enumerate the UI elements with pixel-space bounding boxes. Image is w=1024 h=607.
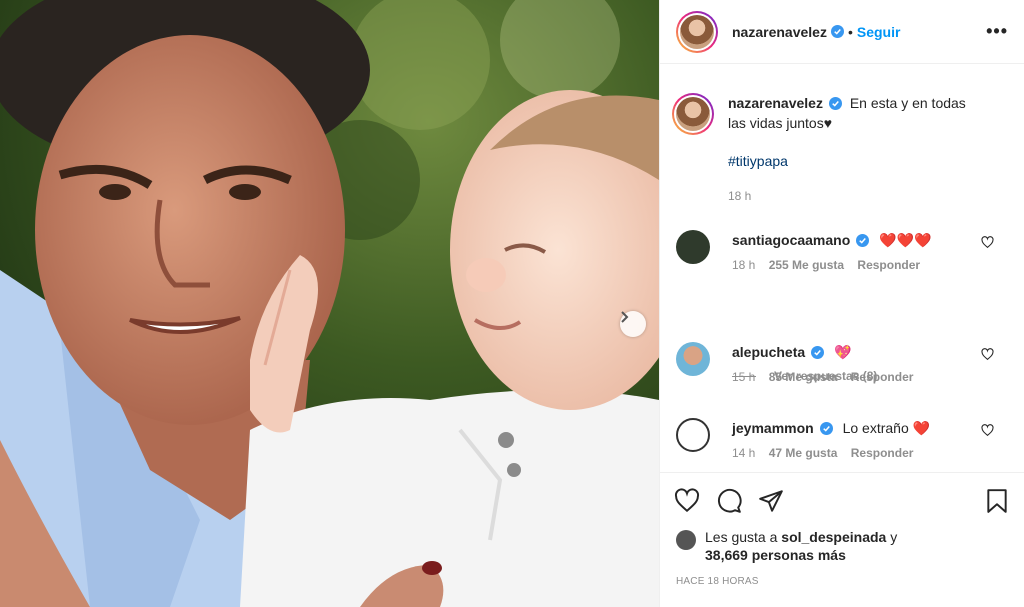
verified-badge-icon <box>856 234 870 247</box>
caption-username[interactable]: nazarenavelez <box>728 95 823 111</box>
reply-button[interactable]: Responder <box>851 446 914 460</box>
comment-item: santiagocaamano ❤️❤️❤️ 18 h 255 Me gusta… <box>676 230 1008 272</box>
comment-username[interactable]: jeymammon <box>732 420 814 436</box>
post-actions <box>660 472 1024 528</box>
caption-time: 18 h <box>728 189 752 203</box>
chevron-right-icon <box>621 311 629 323</box>
comment-text: ❤️❤️❤️ <box>879 232 932 248</box>
likes-count[interactable]: 38,669 personas más <box>705 547 846 563</box>
likes-summary: Les gusta a sol_despeinada y 38,669 pers… <box>660 528 1024 564</box>
comment-likes[interactable]: 85 Me gusta <box>769 370 838 384</box>
comment-text: 💖 <box>834 344 852 360</box>
author-username[interactable]: nazarenavelez <box>732 24 827 40</box>
caption-text-line-2: las vidas juntos♥ <box>728 115 833 131</box>
reply-button[interactable]: Responder <box>851 370 914 384</box>
share-icon[interactable] <box>758 488 784 514</box>
caption-avatar[interactable] <box>672 93 714 135</box>
post-photo[interactable] <box>0 0 659 607</box>
post-timestamp[interactable]: HACE 18 HORAS <box>660 564 1024 587</box>
liker-avatar[interactable] <box>676 530 696 550</box>
comment-likes[interactable]: 47 Me gusta <box>769 446 838 460</box>
post-header: nazarenavelez • Seguir ••• <box>660 0 1024 64</box>
comment-username[interactable]: santiagocaamano <box>732 232 850 248</box>
bookmark-icon[interactable] <box>984 488 1010 514</box>
photo-illustration <box>0 0 659 607</box>
comment-meta: 15 h 85 Me gusta Responder <box>732 370 1008 384</box>
comment-likes[interactable]: 255 Me gusta <box>769 258 844 272</box>
liker-username[interactable]: sol_despeinada <box>781 529 886 545</box>
comment-username[interactable]: alepucheta <box>732 344 805 360</box>
more-options-icon[interactable]: ••• <box>986 21 1008 42</box>
next-photo-button[interactable] <box>620 311 646 337</box>
comment-item: jeymammon Lo extraño ❤️ 14 h 47 Me gusta… <box>676 418 1008 460</box>
commenter-avatar[interactable] <box>676 342 710 376</box>
commenter-avatar[interactable] <box>676 230 710 264</box>
like-comment-heart-icon[interactable] <box>981 348 994 361</box>
reply-button[interactable]: Responder <box>857 258 920 272</box>
follow-button[interactable]: Seguir <box>857 24 901 40</box>
verified-badge-icon <box>819 422 833 435</box>
comments-section: nazarenavelez En esta y en todas las vid… <box>660 64 1024 472</box>
like-heart-icon[interactable] <box>674 487 700 514</box>
comment-time: 14 h <box>732 446 756 460</box>
author-avatar[interactable] <box>676 10 718 53</box>
comment-icon[interactable] <box>716 488 742 514</box>
verified-badge-icon <box>828 97 842 110</box>
caption: nazarenavelez En esta y en todas las vid… <box>672 93 1008 203</box>
likes-suffix: y <box>890 529 898 545</box>
caption-text-line-1: En esta y en todas <box>849 95 966 111</box>
verified-badge-icon <box>830 25 844 38</box>
like-comment-heart-icon[interactable] <box>981 424 994 437</box>
caption-hashtag[interactable]: #titiypapa <box>728 151 1008 171</box>
comment-text: Lo extraño ❤️ <box>842 420 931 436</box>
comment-time: 18 h <box>732 258 756 272</box>
comment-time: 15 h <box>732 370 756 384</box>
likes-prefix: Les gusta a <box>705 529 778 545</box>
comment-meta: 18 h 255 Me gusta Responder <box>732 258 1008 272</box>
post-side-panel: nazarenavelez • Seguir ••• nazarenavelez… <box>659 0 1024 607</box>
comment-item: alepucheta 💖 15 h 85 Me gusta Responder <box>676 342 1008 384</box>
comment-meta: 14 h 47 Me gusta Responder <box>732 446 1008 460</box>
instagram-post: nazarenavelez • Seguir ••• nazarenavelez… <box>0 0 1024 607</box>
like-comment-heart-icon[interactable] <box>981 236 994 249</box>
commenter-avatar[interactable] <box>676 418 710 452</box>
separator-dot: • <box>847 23 853 40</box>
verified-badge-icon <box>811 346 825 359</box>
